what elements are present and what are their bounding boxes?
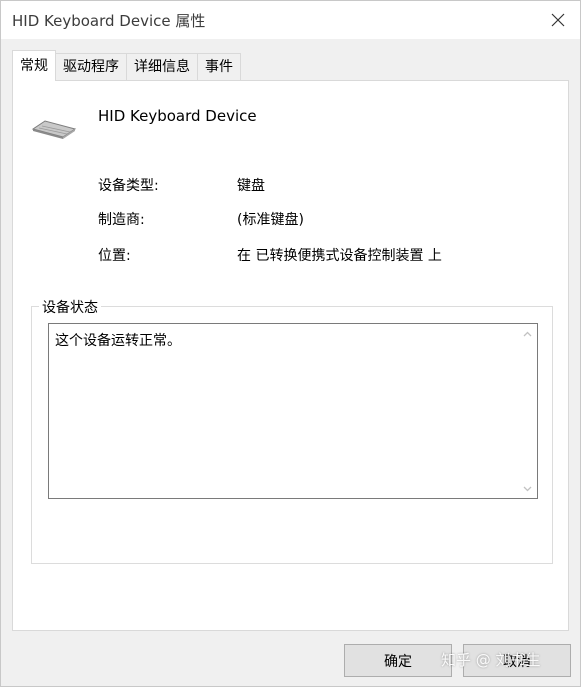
location-label: 位置: xyxy=(98,248,131,264)
device-type-label: 设备类型: xyxy=(98,178,159,194)
properties-dialog: HID Keyboard Device 属性 常规 驱动程序 详细信息 事件 H… xyxy=(0,0,581,687)
tab-driver[interactable]: 驱动程序 xyxy=(55,53,127,81)
tab-general[interactable]: 常规 xyxy=(12,50,56,81)
location-value: 在 已转换便携式设备控制装置 上 xyxy=(237,248,442,264)
close-button[interactable] xyxy=(542,5,574,35)
general-tab-panel: HID Keyboard Device 设备类型: 键盘 制造商: (标准键盘)… xyxy=(12,80,569,631)
chevron-up-icon xyxy=(523,331,532,336)
window-title: HID Keyboard Device 属性 xyxy=(12,12,206,30)
manufacturer-label: 制造商: xyxy=(98,212,145,228)
tab-events[interactable]: 事件 xyxy=(197,53,241,81)
device-type-value: 键盘 xyxy=(237,178,265,194)
keyboard-icon xyxy=(31,120,77,139)
scroll-down-button[interactable] xyxy=(519,480,536,497)
device-status-group: 设备状态 这个设备运转正常。 xyxy=(31,297,553,564)
device-status-title: 设备状态 xyxy=(39,297,101,317)
device-status-text: 这个设备运转正常。 xyxy=(55,333,181,349)
chevron-down-icon xyxy=(523,486,532,491)
scroll-up-button[interactable] xyxy=(519,325,536,342)
device-name: HID Keyboard Device xyxy=(98,107,257,125)
tab-strip: 常规 驱动程序 详细信息 事件 xyxy=(12,50,241,81)
close-icon xyxy=(551,13,565,27)
title-bar[interactable]: HID Keyboard Device 属性 xyxy=(1,1,580,39)
status-scrollbar[interactable] xyxy=(519,325,536,497)
device-status-textbox[interactable]: 这个设备运转正常。 xyxy=(48,323,538,499)
manufacturer-value: (标准键盘) xyxy=(237,212,304,228)
watermark: 知乎 @ 刘书生 xyxy=(441,651,541,669)
tab-details[interactable]: 详细信息 xyxy=(126,53,198,81)
ok-button[interactable]: 确定 xyxy=(344,644,452,677)
